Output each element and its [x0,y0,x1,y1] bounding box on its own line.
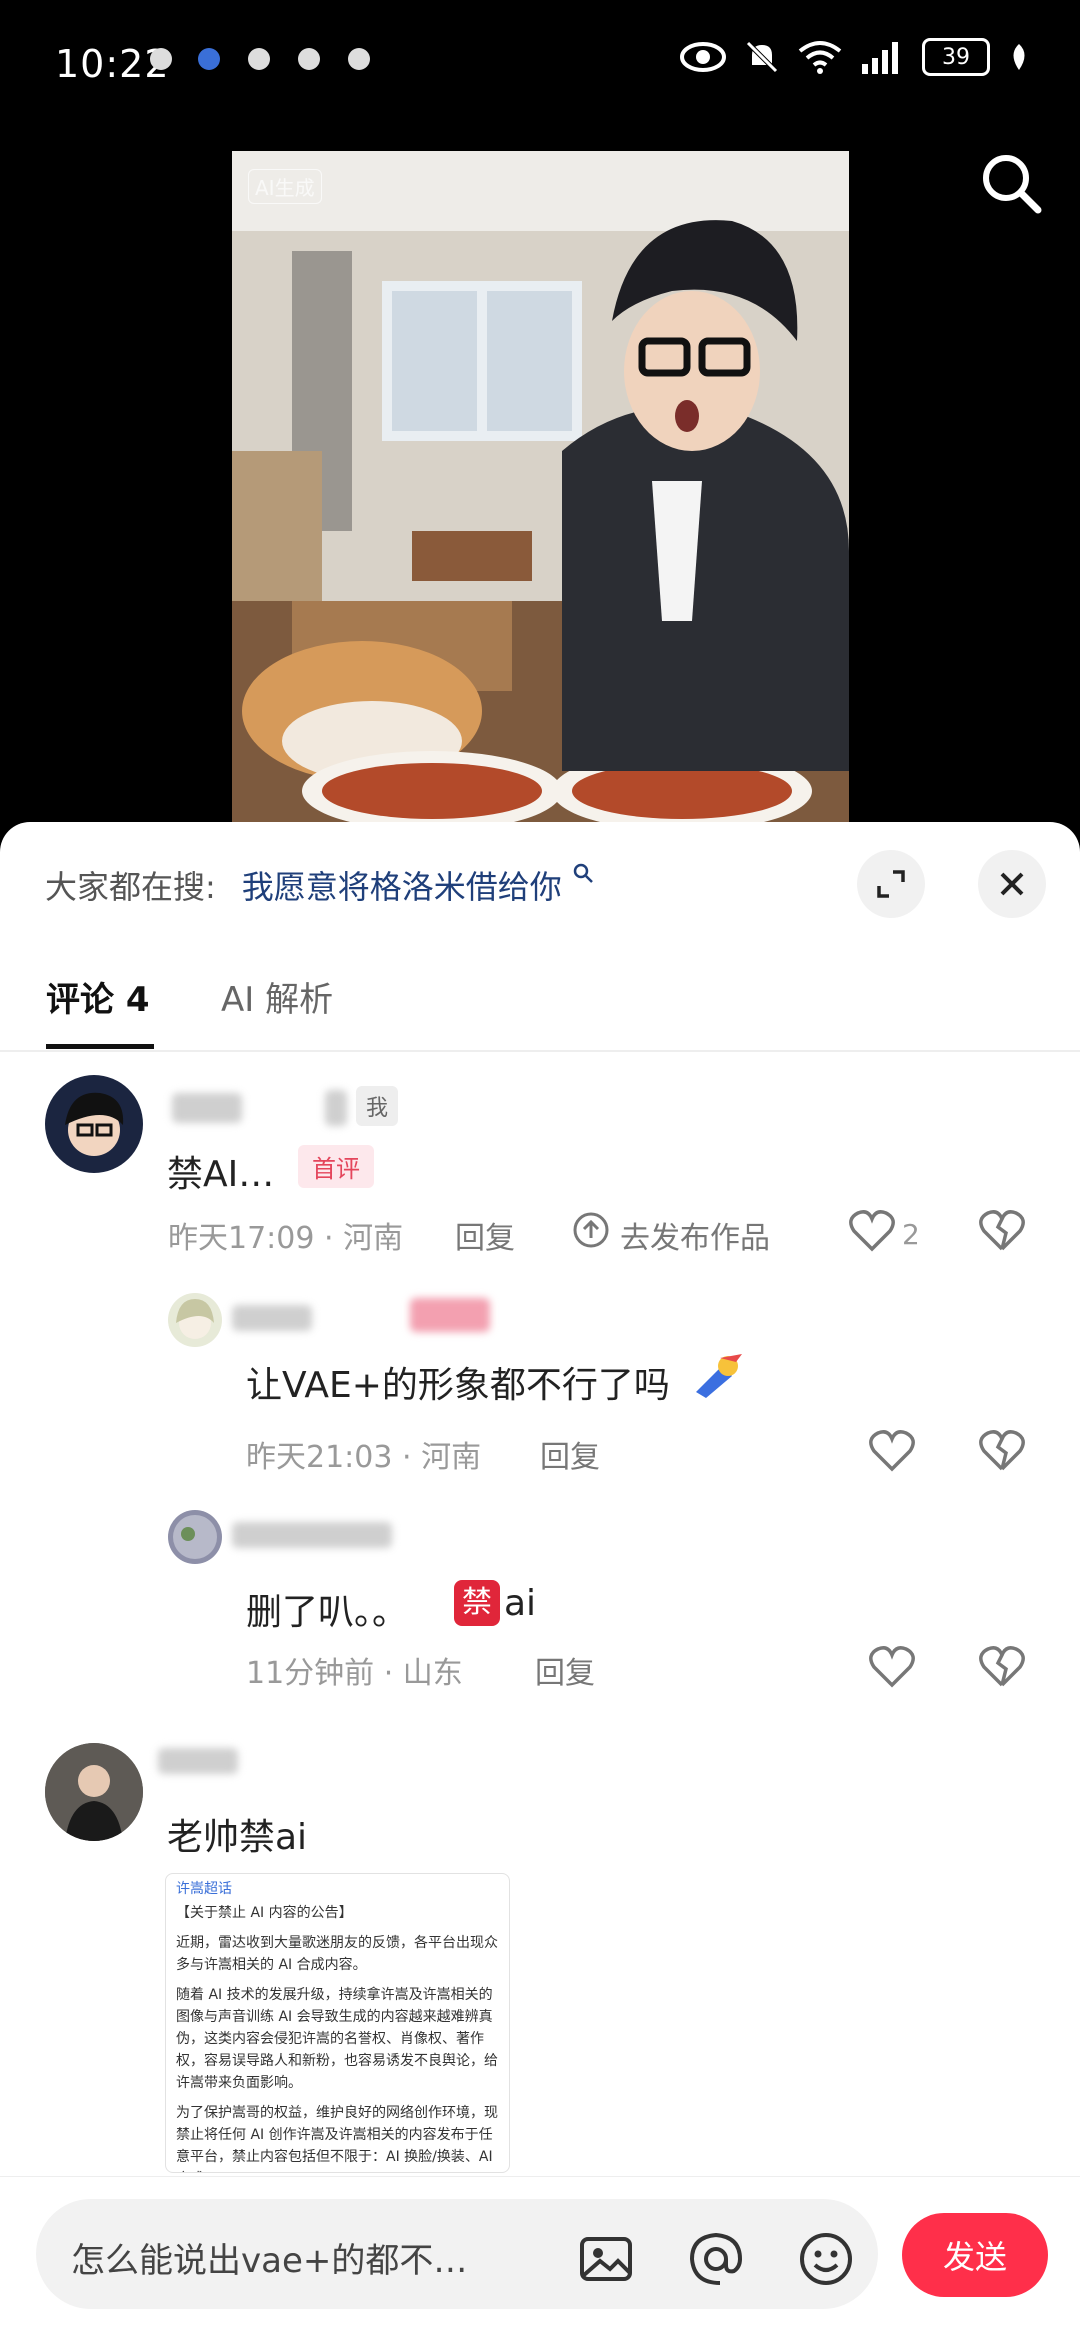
search-query[interactable]: 我愿意将格洛米借给你 [242,868,562,906]
first-comment-badge: 首评 [298,1145,374,1188]
notification-icon [298,48,320,70]
status-bar: 10:22 39 [0,0,1080,130]
close-icon [1000,872,1024,896]
comment-meta: 昨天17:09 · 河南 [168,1221,404,1256]
battery-indicator: 39 [922,38,990,76]
author-tag: 我 [356,1086,399,1126]
notice-paragraph: 随着 AI 技术的发展升级，持续拿许嵩及许嵩相关的图像与声音训练 AI 会导致生… [176,1987,498,2091]
username-blurred [325,1090,347,1126]
wifi-icon [798,41,842,74]
tab-ai-analysis[interactable]: AI 解析 [221,972,333,1021]
ban-emoji: 禁 [454,1580,500,1626]
avatar-image [45,1743,143,1841]
avatar-image [176,1299,214,1339]
like-count: 2 [902,1218,920,1251]
comment-meta: 昨天21:03 · 河南 [246,1440,482,1475]
comment-text: 删了叭。。 [246,1592,409,1633]
expand-button[interactable] [857,850,925,918]
search-suggestion[interactable]: 大家都在搜: 我愿意将格洛米借给你 [45,862,594,908]
notice-paragraph: 近期，雷达收到大量歌迷朋友的反馈，各平台出现众多与许嵩相关的 AI 合成内容。 [176,1935,498,1973]
search-prefix: 大家都在搜: [45,868,216,906]
notice-paragraph: 为了保护嵩哥的权益，维护良好的网络创作环境，现禁止将任何 AI 创作许嵩及许嵩相… [176,2105,498,2172]
avatar-image [65,1092,124,1156]
active-tab-indicator [46,1044,154,1049]
search-icon[interactable] [976,148,1046,218]
search-small-icon [573,863,593,883]
emoji-icon[interactable] [796,2229,856,2289]
username-blurred[interactable] [232,1522,392,1548]
comment-input-bar: 怎么能说出vae+的都不… 发送 [0,2176,1080,2332]
like-heart-icon[interactable] [868,1643,916,1689]
upload-icon[interactable] [572,1211,610,1249]
mute-bell-icon [746,41,778,73]
comment-sheet: 大家都在搜: 我愿意将格洛米借给你 评论 4 AI 解析 [0,822,1080,2331]
publish-work-button[interactable]: 去发布作品 [620,1213,770,1257]
dislike-icon[interactable] [978,1427,1026,1473]
comment-text: 让VAE+的形象都不行了吗 [246,1365,670,1406]
avatar-image [173,1515,217,1559]
leaf-icon [1013,44,1025,70]
notification-icon [248,48,270,70]
mention-icon[interactable] [686,2229,746,2289]
tab-divider [0,1050,1080,1052]
like-heart-icon[interactable] [848,1207,896,1253]
image-icon[interactable] [576,2229,636,2289]
comment-meta: 11分钟前 · 山东 [246,1656,463,1691]
send-label: 发送 [942,2238,1007,2276]
notification-icon [348,48,370,70]
notice-title: 【关于禁止 AI 内容的公告】 [176,1905,353,1921]
username-blurred[interactable] [172,1093,242,1123]
send-button[interactable]: 发送 [902,2213,1048,2297]
ai-generated-badge: AI生成 [248,169,322,204]
signal-icon [862,42,898,74]
notification-icon [198,48,220,70]
video-preview[interactable]: AI生成 [232,151,849,823]
notice-source: 许嵩超话 [176,1881,232,1897]
emoji-sticker-icon [696,1354,742,1398]
battery-level: 39 [942,44,970,70]
eye-icon [680,42,726,72]
avatar[interactable] [45,1075,143,1173]
close-button[interactable] [978,850,1046,918]
video-image [232,151,849,823]
tab-comments[interactable]: 评论 4 [46,972,150,1021]
dislike-icon[interactable] [978,1643,1026,1689]
notification-icon [150,48,172,70]
comment-attachment-image[interactable]: 许嵩超话 【关于禁止 AI 内容的公告】 近期，雷达收到大量歌迷朋友的反馈，各平… [165,1873,510,2173]
fan-badge-blurred [410,1298,490,1332]
reply-button[interactable]: 回复 [535,1648,595,1692]
username-blurred[interactable] [232,1305,312,1331]
expand-icon [877,870,905,898]
avatar[interactable] [168,1293,222,1347]
avatar[interactable] [168,1510,222,1564]
comment-text: 老帅禁ai [167,1817,308,1858]
comment-input-text[interactable]: 怎么能说出vae+的都不… [71,2233,467,2282]
comment-text-suffix: ai [504,1583,537,1624]
dislike-icon[interactable] [978,1207,1026,1253]
username-blurred[interactable] [158,1748,238,1774]
avatar[interactable] [45,1743,143,1841]
comment-text: 禁AI… [167,1154,275,1195]
reply-button[interactable]: 回复 [455,1213,515,1257]
like-heart-icon[interactable] [868,1427,916,1473]
comment-input[interactable]: 怎么能说出vae+的都不… [36,2199,878,2309]
reply-button[interactable]: 回复 [540,1432,600,1476]
